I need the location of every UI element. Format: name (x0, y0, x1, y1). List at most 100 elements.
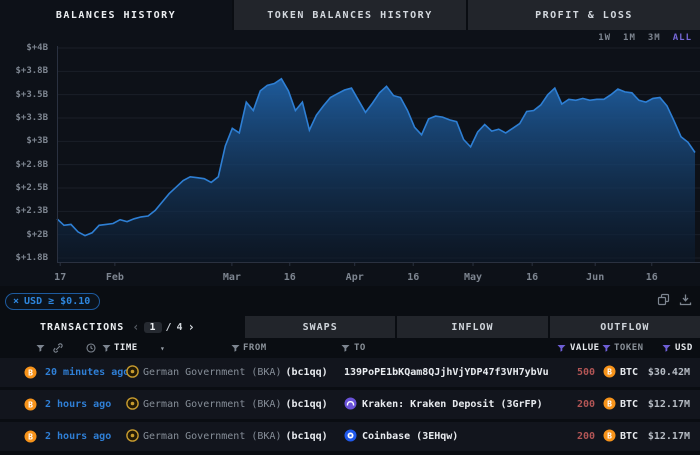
x-axis-tick-label: May (464, 272, 482, 283)
pagination: ‹ 1 / 4 › (132, 320, 196, 334)
to-entity-icon (344, 429, 357, 445)
tx-to[interactable]: Kraken: Kraken Deposit (3GrFP) (344, 390, 543, 419)
y-axis-tick-label: $+3.5B (0, 90, 48, 100)
tx-from[interactable]: German Government (BKA) (bc1qq) (126, 422, 328, 451)
copy-icon[interactable] (657, 293, 670, 306)
range-1w-button[interactable]: 1W (598, 33, 611, 43)
value-filter-icon[interactable] (557, 338, 566, 358)
tx-time-link[interactable]: 20 minutes ago (45, 358, 129, 387)
tab-profit-and-loss[interactable]: PROFIT & LOSS (468, 0, 700, 30)
x-axis-tick-label: Apr (346, 272, 364, 283)
svg-text:B: B (607, 431, 612, 440)
from-address: (bc1qq) (285, 431, 327, 442)
chip-label: USD ≥ $0.10 (24, 296, 90, 307)
clock-icon[interactable] (86, 338, 96, 358)
chip-close-icon[interactable]: × (13, 296, 19, 307)
tx-to[interactable]: Coinbase (3EHqw) (344, 422, 458, 451)
to-entity-icon (344, 397, 357, 413)
time-sort-caret-icon[interactable]: ▾ (160, 338, 165, 358)
svg-text:B: B (607, 367, 612, 376)
from-filter-icon[interactable] (231, 338, 240, 358)
token-coin-icon: B (24, 422, 37, 451)
tx-token: B BTC (603, 390, 638, 419)
filter-toolbar: × USD ≥ $0.10 (0, 286, 700, 316)
btc-icon: B (603, 397, 616, 413)
tab-inflow[interactable]: INFLOW (397, 316, 549, 338)
range-1m-button[interactable]: 1M (623, 33, 636, 43)
page-total: 4 (177, 322, 184, 333)
from-address: (bc1qq) (285, 367, 327, 378)
y-axis-tick-label: $+2.3B (0, 206, 48, 216)
tab-swaps[interactable]: SWAPS (245, 316, 397, 338)
page-separator: / (166, 322, 173, 333)
tx-value: 200 (540, 422, 595, 451)
svg-text:B: B (28, 368, 33, 377)
time-filter-icon[interactable] (102, 338, 111, 358)
from-entity-icon (126, 397, 139, 413)
usd-filter-chip[interactable]: × USD ≥ $0.10 (5, 293, 100, 310)
btc-icon: B (603, 365, 616, 381)
token-coin-icon: B (24, 390, 37, 419)
link-filter-icon[interactable] (53, 338, 63, 358)
tab-transactions[interactable]: TRANSACTIONS ‹ 1 / 4 › (0, 316, 245, 338)
from-address: (bc1qq) (285, 399, 327, 410)
x-axis-tick-label: 17 (54, 272, 66, 283)
transaction-row[interactable]: B 2 hours ago German Government (BKA) (b… (0, 422, 700, 451)
usd-filter-icon[interactable] (662, 338, 671, 358)
transactions-tab-label: TRANSACTIONS (40, 322, 124, 333)
column-from[interactable]: FROM (243, 338, 267, 358)
y-axis-tick-label: $+1.8B (0, 253, 48, 263)
tx-value: 200 (540, 390, 595, 419)
range-3m-button[interactable]: 3M (648, 33, 661, 43)
y-axis-tick-label: $+3B (0, 136, 48, 146)
balances-history-chart-panel: 1W 1M 3M ALL $+4B$+3.8B$+3.5B$+3.3B$+3B$… (0, 30, 700, 286)
btc-icon: B (603, 429, 616, 445)
column-token[interactable]: TOKEN (614, 338, 644, 358)
x-axis-tick-label: Jun (586, 272, 604, 283)
from-entity-icon (126, 365, 139, 381)
download-icon[interactable] (679, 293, 692, 306)
tx-from[interactable]: German Government (BKA) (bc1qq) (126, 358, 328, 387)
y-axis-tick-label: $+4B (0, 43, 48, 53)
transaction-row[interactable]: B 20 minutes ago German Government (BKA)… (0, 358, 700, 387)
to-filter-icon[interactable] (341, 338, 350, 358)
y-axis-tick-label: $+2.5B (0, 183, 48, 193)
transactions-tab-bar: TRANSACTIONS ‹ 1 / 4 › SWAPS INFLOW OUTF… (0, 316, 700, 338)
transaction-row[interactable]: B 2 hours ago German Government (BKA) (b… (0, 390, 700, 419)
svg-text:B: B (28, 400, 33, 409)
tx-usd-value: $12.17M (635, 390, 690, 419)
page-prev-button[interactable]: ‹ (132, 320, 140, 334)
token-filter-icon[interactable] (602, 338, 611, 358)
y-axis-tick-label: $+2.8B (0, 160, 48, 170)
column-to[interactable]: TO (354, 338, 366, 358)
column-usd[interactable]: USD (675, 338, 693, 358)
balances-area-chart[interactable] (0, 44, 700, 266)
column-value[interactable]: VALUE (570, 338, 600, 358)
tab-outflow[interactable]: OUTFLOW (550, 316, 700, 338)
from-entity-icon (126, 429, 139, 445)
global-filter-icon[interactable] (36, 338, 45, 358)
range-all-button[interactable]: ALL (673, 33, 692, 43)
y-axis-tick-label: $+3.3B (0, 113, 48, 123)
chart-series (57, 79, 695, 262)
transactions-table-body: B 20 minutes ago German Government (BKA)… (0, 358, 700, 451)
tx-time-link[interactable]: 2 hours ago (45, 422, 111, 451)
tx-from[interactable]: German Government (BKA) (bc1qq) (126, 390, 328, 419)
to-entity-name: Kraken: Kraken Deposit (3GrFP) (362, 399, 543, 410)
svg-text:B: B (28, 432, 33, 441)
tab-token-balances-history[interactable]: TOKEN BALANCES HISTORY (234, 0, 468, 30)
chart-y-axis-labels: $+4B $+3.8B $+3.5B $+3.3B $+3B $+2.8B $+2.5B $+… (0, 44, 52, 266)
x-axis-tick-label: 16 (646, 272, 658, 283)
page-next-button[interactable]: › (188, 320, 196, 334)
y-axis-tick-label: $+3.8B (0, 66, 48, 76)
x-axis-tick-label: 16 (284, 272, 296, 283)
tx-time-link[interactable]: 2 hours ago (45, 390, 111, 419)
token-coin-icon: B (24, 358, 37, 387)
to-entity-name: 139PoPE1bKQam8QJjhVjYDP47f3VH7ybVu (344, 367, 549, 378)
column-time[interactable]: TIME (114, 338, 138, 358)
top-tab-bar: BALANCES HISTORY TOKEN BALANCES HISTORY … (0, 0, 700, 30)
tx-token: B BTC (603, 358, 638, 387)
chart-x-axis-labels: 17FebMar16Apr16May16Jun16 (0, 272, 700, 286)
tx-to[interactable]: 139PoPE1bKQam8QJjhVjYDP47f3VH7ybVu (344, 358, 549, 387)
tab-balances-history[interactable]: BALANCES HISTORY (0, 0, 234, 30)
